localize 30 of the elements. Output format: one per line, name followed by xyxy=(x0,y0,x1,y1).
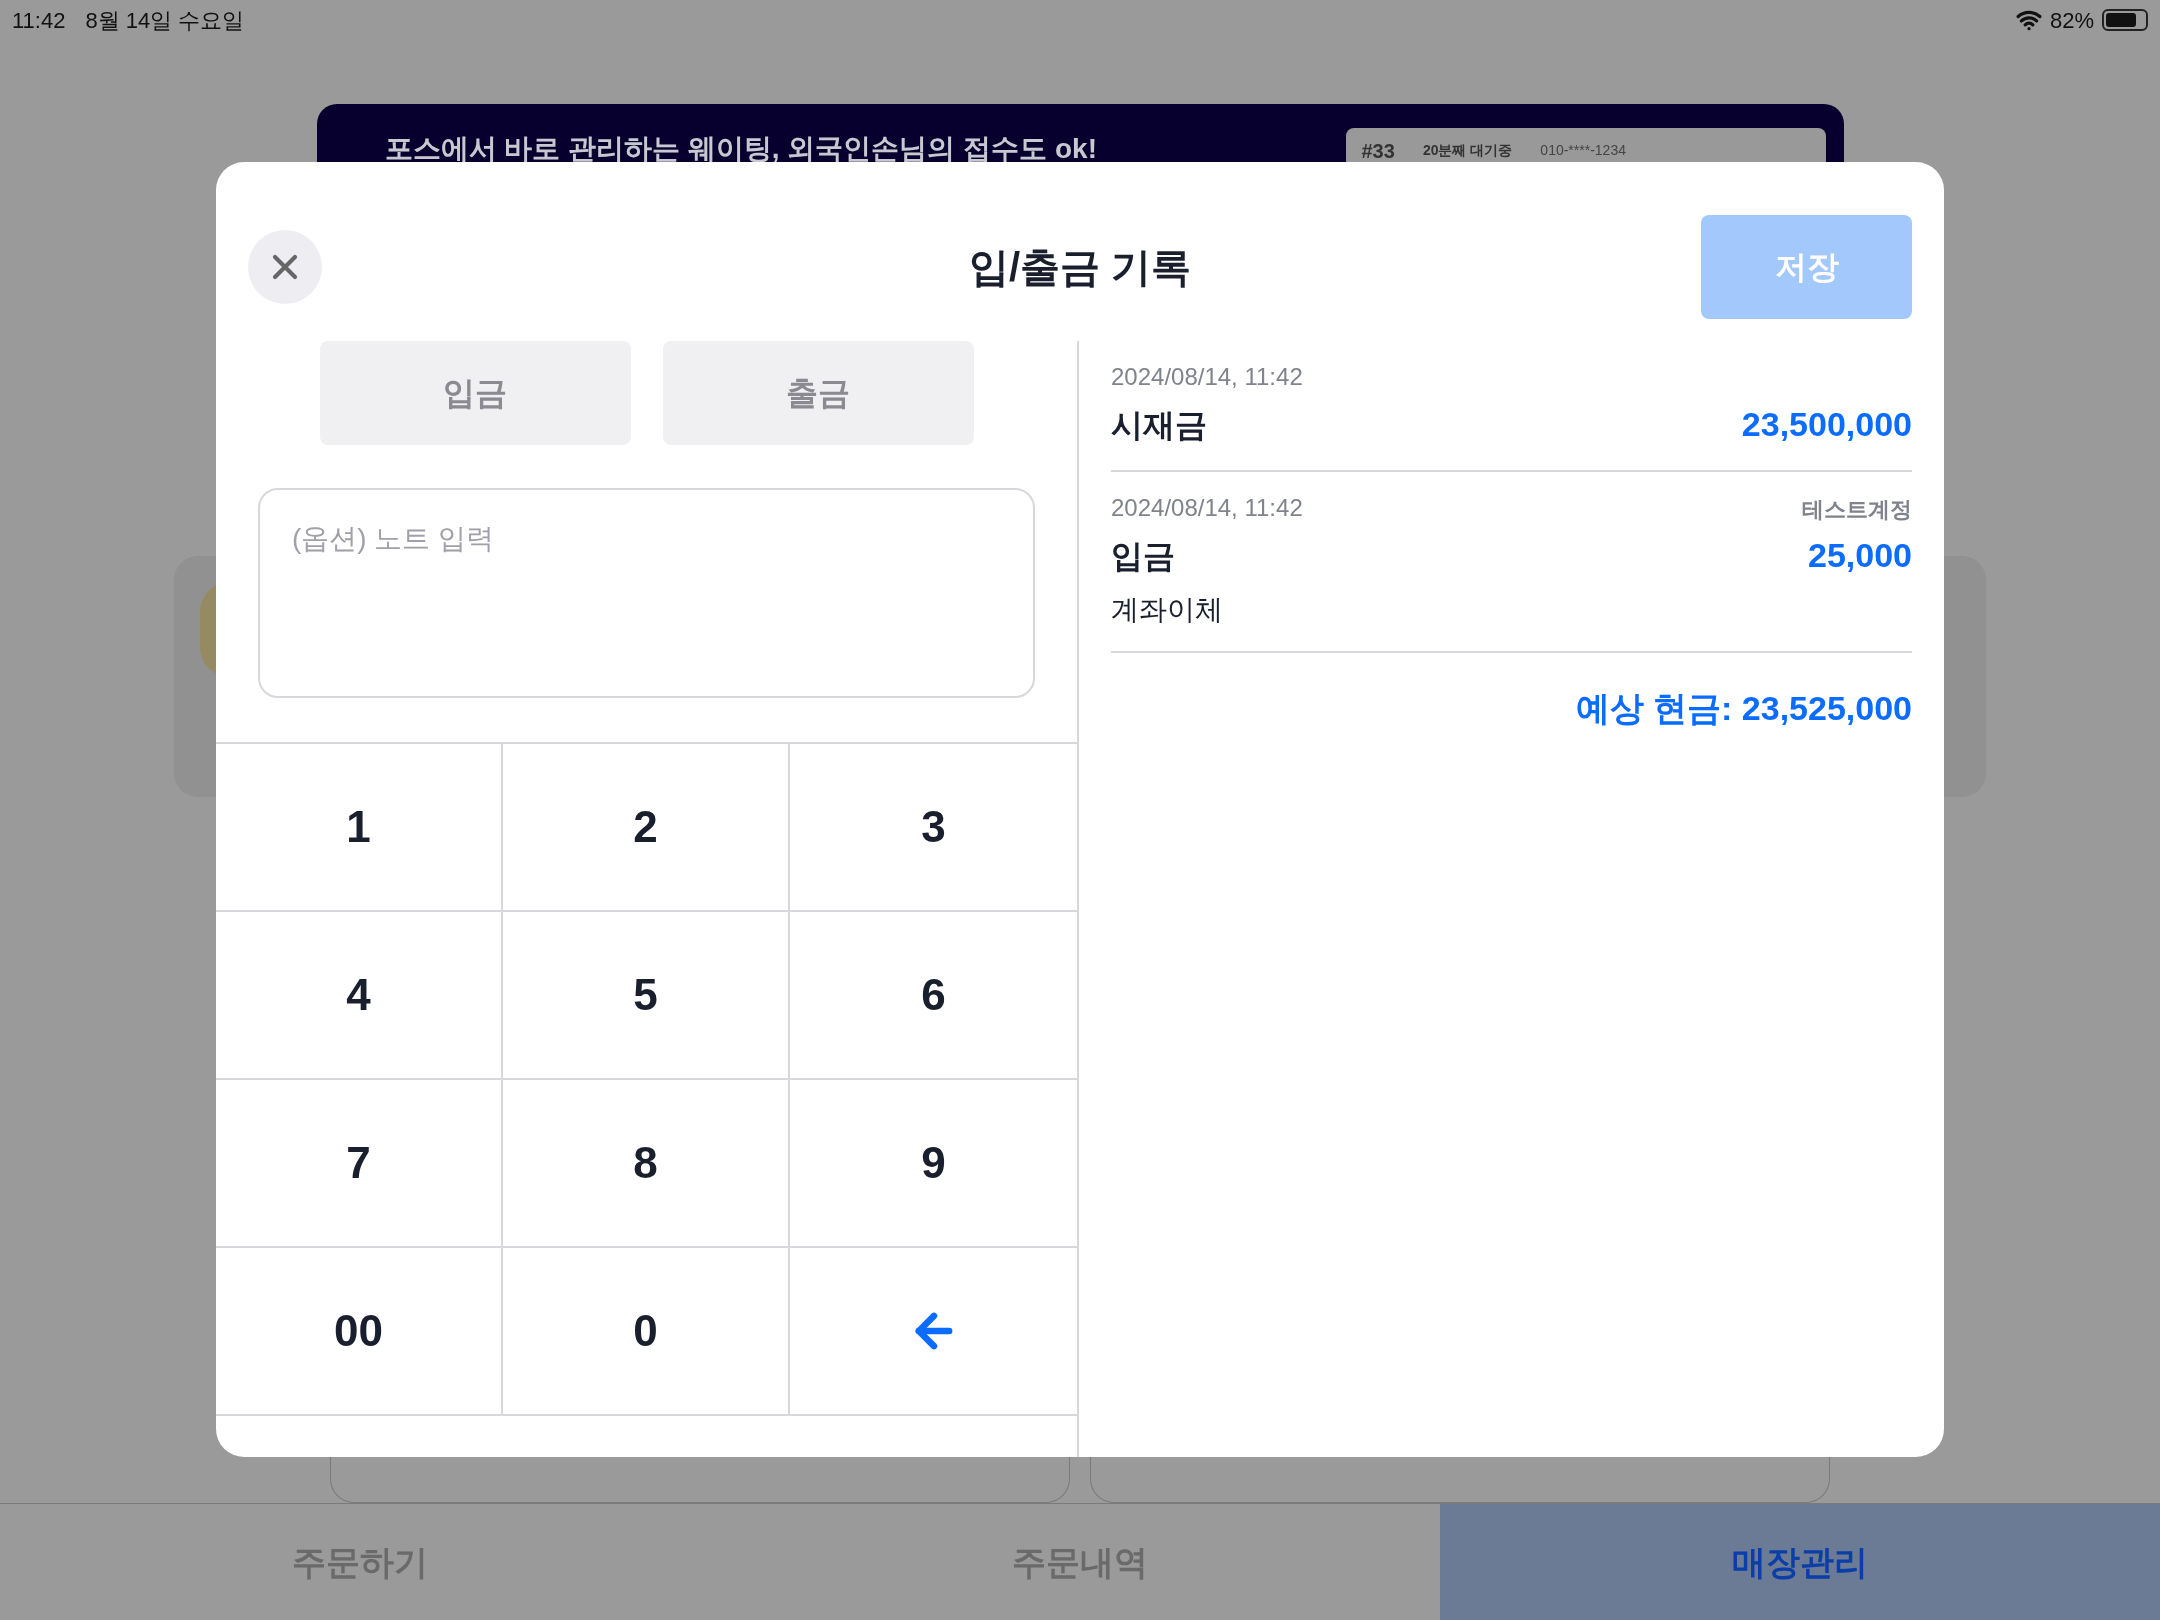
modal-title: 입/출금 기록 xyxy=(968,244,1192,291)
record-type: 입금 xyxy=(1111,536,1175,576)
keypad-key[interactable]: 0 xyxy=(503,1248,790,1416)
keypad-key[interactable]: 4 xyxy=(216,912,503,1080)
keypad-key[interactable]: 8 xyxy=(503,1080,790,1248)
keypad-key[interactable]: 00 xyxy=(216,1248,503,1416)
record-amount: 23,500,000 xyxy=(1741,404,1912,445)
banner-text: 포스에서 바로 관리하는 웨이팅, 외국인손님의 접수도 ok! xyxy=(384,132,1097,166)
keypad-key[interactable]: 1 xyxy=(216,744,503,912)
record-method: 계좌이체 xyxy=(1111,593,1224,627)
keypad-key[interactable]: 5 xyxy=(503,912,790,1080)
record-time: 2024/08/14, 11:42 xyxy=(1111,362,1303,392)
keypad-key[interactable]: 7 xyxy=(216,1080,503,1248)
battery-icon xyxy=(2102,9,2148,31)
battery-percent: 82% xyxy=(2049,6,2094,35)
keypad-key[interactable]: 3 xyxy=(790,744,1077,912)
ticket-phone: 010-****-1234 xyxy=(1540,141,1626,160)
record-time: 2024/08/14, 11:42 xyxy=(1111,493,1303,523)
record-amount: 25,000 xyxy=(1808,535,1912,576)
note-field[interactable]: (옵션) 노트 입력 xyxy=(258,488,1035,698)
keypad-key[interactable]: 2 xyxy=(503,744,790,912)
expected-cash: 예상 현금: 23,525,000 xyxy=(1575,688,1912,729)
record-account: 테스트계정 xyxy=(1802,496,1912,524)
status-time: 11:42 xyxy=(12,6,66,35)
ticket-number: #33 xyxy=(1361,139,1395,164)
ticket-wait: 20분째 대기중 xyxy=(1422,141,1513,160)
keypad-key[interactable]: 9 xyxy=(790,1080,1077,1248)
keypad-key[interactable]: 6 xyxy=(790,912,1077,1080)
record-type: 시재금 xyxy=(1111,405,1207,445)
status-date: 8월 14일 수요일 xyxy=(85,6,245,35)
